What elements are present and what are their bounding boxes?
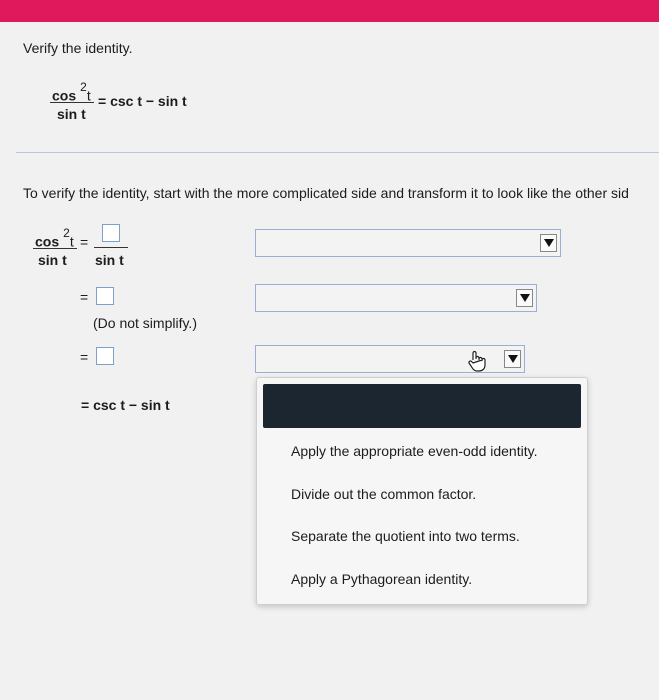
section-divider: [16, 152, 659, 153]
dropdown-menu-header: [263, 384, 581, 428]
step1-equals: =: [80, 234, 89, 250]
step3-equals: =: [80, 349, 89, 365]
step1-lhs-numerator: cos2t: [35, 226, 74, 250]
lhs-numerator: cos2t: [52, 80, 91, 104]
step1-lhs-denominator: sin t: [38, 252, 67, 268]
intro-text: To verify the identity, start with the m…: [23, 185, 629, 201]
lhs-denominator: sin t: [57, 106, 86, 122]
instruction-text: Verify the identity.: [23, 40, 133, 56]
step1-rhs-denominator: sin t: [95, 252, 124, 268]
step1-reason-dropdown[interactable]: [255, 229, 561, 257]
menu-item-pythagorean-identity[interactable]: Apply a Pythagorean identity.: [291, 571, 472, 587]
menu-item-separate-quotient[interactable]: Separate the quotient into two terms.: [291, 528, 520, 544]
chevron-down-icon[interactable]: [504, 350, 521, 368]
chevron-down-icon[interactable]: [540, 234, 557, 252]
dropdown-menu: Apply the appropriate even-odd identity.…: [256, 377, 588, 605]
top-bar: [0, 0, 659, 22]
fraction-bar: [50, 102, 94, 103]
step1-numerator-input[interactable]: [102, 224, 120, 242]
step2-input[interactable]: [96, 287, 114, 305]
menu-item-divide-common-factor[interactable]: Divide out the common factor.: [291, 486, 476, 502]
chevron-down-icon[interactable]: [516, 289, 533, 307]
step1-rhs-fraction-bar: [94, 247, 128, 248]
rhs-expression: = csc t − sin t: [98, 93, 187, 109]
step1-lhs-fraction-bar: [33, 248, 77, 249]
menu-item-even-odd-identity[interactable]: Apply the appropriate even-odd identity.: [291, 443, 537, 459]
step2-note: (Do not simplify.): [93, 315, 197, 331]
step2-equals: =: [80, 289, 89, 305]
step2-reason-dropdown[interactable]: [255, 284, 537, 312]
step3-input[interactable]: [96, 347, 114, 365]
hand-cursor-icon: [467, 350, 487, 377]
final-expression: = csc t − sin t: [81, 397, 170, 413]
